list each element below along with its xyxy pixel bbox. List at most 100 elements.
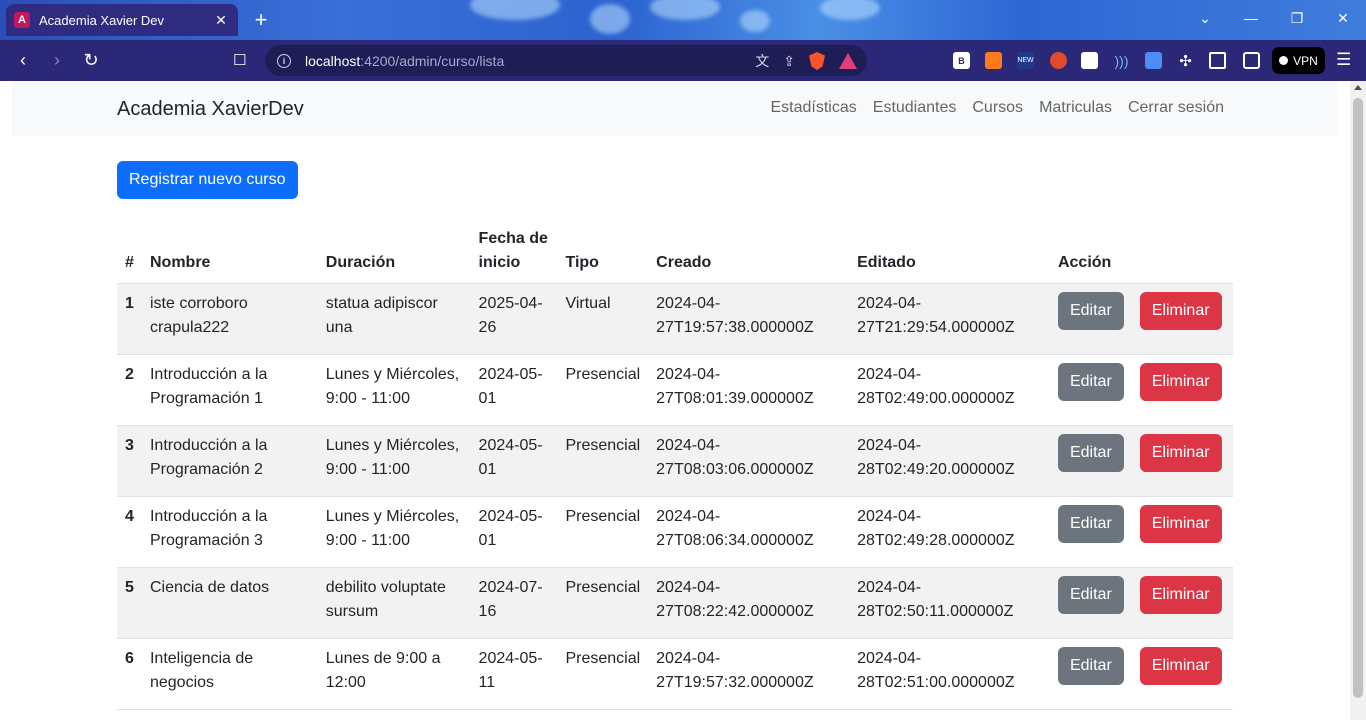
- back-arrow-icon[interactable]: ‹: [12, 50, 34, 72]
- page-scrollbar[interactable]: [1350, 81, 1366, 720]
- cell-num: 1: [117, 283, 142, 355]
- wallpaper-blob: [470, 0, 560, 20]
- cell-editado: 2024-04-28T02:49:28.000000Z: [849, 496, 1050, 568]
- tab-search-chevron-icon[interactable]: ⌄: [1195, 10, 1215, 27]
- close-window-icon[interactable]: ✕: [1333, 10, 1353, 27]
- angular-favicon-icon: A: [14, 12, 30, 28]
- forward-arrow-icon[interactable]: ›: [46, 50, 68, 72]
- header-accion: Acción: [1049, 219, 1233, 284]
- nav-link-matriculas[interactable]: Matriculas: [1039, 99, 1112, 117]
- cell-tipo: Presencial: [557, 496, 649, 568]
- vpn-button[interactable]: VPN: [1272, 47, 1325, 74]
- cell-duracion: Lunes y Miércoles, 9:00 - 11:00: [317, 425, 471, 497]
- header-fecha: Fecha de inicio: [470, 219, 558, 284]
- browser-menu-icon[interactable]: ☰: [1336, 50, 1351, 70]
- table-header-row: # Nombre Duración Fecha de inicio Tipo C…: [117, 219, 1233, 284]
- wallpaper-blob: [650, 0, 720, 20]
- cell-nombre: Introducción a la Programación 1: [141, 354, 318, 426]
- scrollbar-thumb[interactable]: [1353, 98, 1363, 698]
- extension-b-icon[interactable]: B: [953, 52, 970, 69]
- cell-duracion: debilito voluptate sursum: [317, 567, 471, 639]
- courses-table: # Nombre Duración Fecha de inicio Tipo C…: [117, 219, 1233, 710]
- cell-num: 6: [117, 638, 142, 710]
- extension-wave-icon[interactable]: ))): [1113, 52, 1130, 69]
- navbar-links: Estadísticas Estudiantes Cursos Matricul…: [771, 99, 1225, 117]
- nav-link-cursos[interactable]: Cursos: [972, 99, 1023, 117]
- cell-tipo: Virtual: [557, 283, 649, 355]
- delete-course-button[interactable]: Eliminar: [1139, 505, 1222, 543]
- page-viewport: Academia XavierDev Estadísticas Estudian…: [0, 81, 1350, 720]
- nav-link-cerrar-sesion[interactable]: Cerrar sesión: [1128, 99, 1224, 117]
- edit-course-button[interactable]: Editar: [1057, 363, 1124, 401]
- nav-link-estadisticas[interactable]: Estadísticas: [771, 99, 857, 117]
- vpn-label: VPN: [1293, 53, 1318, 68]
- table-row: 6 Inteligencia de negocios Lunes de 9:00 a…: [117, 638, 1233, 710]
- edit-course-button[interactable]: Editar: [1057, 576, 1124, 614]
- brave-shields-icon[interactable]: [809, 52, 825, 70]
- delete-course-button[interactable]: Eliminar: [1139, 292, 1222, 330]
- cell-creado: 2024-04-27T19:57:38.000000Z: [648, 283, 850, 355]
- site-info-icon[interactable]: i: [277, 53, 291, 68]
- register-new-course-button[interactable]: Registrar nuevo curso: [117, 161, 298, 199]
- delete-course-button[interactable]: Eliminar: [1139, 647, 1222, 685]
- cell-nombre: iste corroboro crapula222: [141, 283, 318, 355]
- close-tab-icon[interactable]: ✕: [212, 11, 230, 29]
- extension-scan-icon[interactable]: [1081, 52, 1098, 69]
- cell-fecha: 2024-05-11: [470, 638, 558, 710]
- cell-nombre: Ciencia de datos: [141, 567, 318, 639]
- wallpaper-blob: [590, 4, 630, 34]
- cell-num: 3: [117, 425, 142, 497]
- restore-icon[interactable]: ❐: [1287, 10, 1307, 27]
- brave-rewards-icon[interactable]: [839, 53, 857, 69]
- reload-icon[interactable]: ↻: [80, 50, 102, 72]
- browser-toolbar: ‹ › ↻ ☐ i localhost :4200/admin/curso/li…: [0, 40, 1366, 81]
- extensions-puzzle-icon[interactable]: ✣: [1177, 52, 1194, 70]
- translate-icon[interactable]: 文: [755, 51, 769, 71]
- share-icon[interactable]: ⇪: [783, 53, 795, 70]
- sidebar-toggle-icon[interactable]: [1209, 52, 1226, 69]
- browser-tab-active[interactable]: A Academia Xavier Dev ✕: [6, 4, 238, 36]
- cell-duracion: Lunes y Miércoles, 9:00 - 11:00: [317, 496, 471, 568]
- extension-doc-icon[interactable]: [1145, 52, 1162, 69]
- cell-num: 5: [117, 567, 142, 639]
- cell-creado: 2024-04-27T08:01:39.000000Z: [648, 354, 850, 426]
- cell-tipo: Presencial: [557, 567, 649, 639]
- edit-course-button[interactable]: Editar: [1057, 434, 1124, 472]
- header-num: #: [117, 219, 142, 284]
- cell-editado: 2024-04-27T21:29:54.000000Z: [849, 283, 1050, 355]
- delete-course-button[interactable]: Eliminar: [1139, 434, 1222, 472]
- navbar-brand[interactable]: Academia XavierDev: [117, 98, 304, 121]
- extension-openai-icon[interactable]: [1050, 52, 1067, 69]
- cell-actions: Editar Eliminar: [1049, 425, 1233, 497]
- edit-course-button[interactable]: Editar: [1057, 647, 1124, 685]
- minimize-icon[interactable]: —: [1241, 10, 1261, 26]
- edit-course-button[interactable]: Editar: [1057, 292, 1124, 330]
- header-nombre: Nombre: [141, 219, 318, 284]
- scroll-up-arrow-icon[interactable]: [1354, 85, 1362, 90]
- address-bar[interactable]: i localhost :4200/admin/curso/lista 文 ⇪: [265, 45, 867, 76]
- wallet-icon[interactable]: [1243, 52, 1260, 69]
- nav-link-estudiantes[interactable]: Estudiantes: [873, 99, 957, 117]
- cell-creado: 2024-04-27T08:03:06.000000Z: [648, 425, 850, 497]
- table-row: 2 Introducción a la Programación 1 Lunes y…: [117, 354, 1233, 426]
- tab-title: Academia Xavier Dev: [39, 12, 164, 28]
- new-tab-plus-icon[interactable]: +: [249, 9, 273, 33]
- url-host: localhost: [305, 52, 361, 69]
- cell-fecha: 2024-05-01: [470, 354, 558, 426]
- cell-fecha: 2025-04-26: [470, 283, 558, 355]
- delete-course-button[interactable]: Eliminar: [1139, 576, 1222, 614]
- edit-course-button[interactable]: Editar: [1057, 505, 1124, 543]
- header-tipo: Tipo: [557, 219, 649, 284]
- extension-new-icon[interactable]: NEW: [1017, 52, 1034, 69]
- cell-fecha: 2024-05-01: [470, 425, 558, 497]
- extension-fox-icon[interactable]: [985, 52, 1002, 69]
- delete-course-button[interactable]: Eliminar: [1139, 363, 1222, 401]
- cell-fecha: 2024-07-16: [470, 567, 558, 639]
- cell-tipo: Presencial: [557, 638, 649, 710]
- wallpaper-blob: [740, 10, 770, 32]
- cell-actions: Editar Eliminar: [1049, 283, 1233, 355]
- header-creado: Creado: [648, 219, 850, 284]
- bookmark-icon[interactable]: ☐: [233, 51, 246, 69]
- table-row: 5 Ciencia de datos debilito voluptate surs…: [117, 567, 1233, 639]
- cell-num: 2: [117, 354, 142, 426]
